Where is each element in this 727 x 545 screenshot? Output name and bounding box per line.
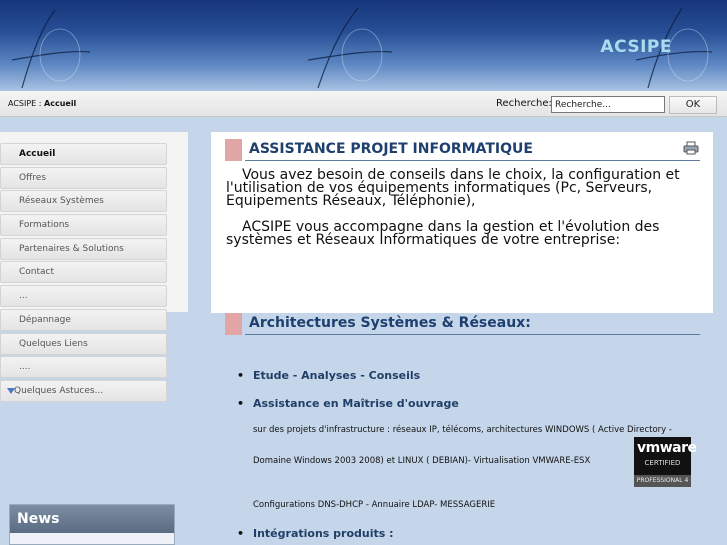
sidebar-item-depannage[interactable]: Dépannage bbox=[0, 308, 167, 331]
heading-marker bbox=[225, 313, 242, 335]
vmware-logo: vmware bbox=[637, 440, 697, 456]
sidebar-item-partenaires[interactable]: Partenaires & Solutions bbox=[0, 237, 167, 260]
vmware-level-label: PROFESSIONAL 4 bbox=[634, 475, 691, 487]
sidebar-item-contact[interactable]: Contact bbox=[0, 261, 167, 284]
news-title: News bbox=[10, 505, 174, 533]
expand-arrow-icon bbox=[7, 387, 15, 394]
site-name: ACSIPE bbox=[600, 37, 672, 57]
header-banner: ACSIPE bbox=[0, 0, 727, 91]
detail-text: Domaine Windows 2003 2008) et LINUX ( DE… bbox=[253, 456, 591, 466]
breadcrumb-current: Accueil bbox=[44, 99, 77, 108]
heading-marker bbox=[225, 139, 242, 161]
search-label: Recherche: bbox=[496, 98, 552, 109]
intro-paragraph: Vous avez besoin de conseils dans le cho… bbox=[226, 167, 680, 209]
company-paragraph: ACSIPE vous accompagne dans la gestion e… bbox=[226, 219, 660, 248]
heading-underline bbox=[245, 334, 700, 335]
sidebar-item-formations[interactable]: Formations bbox=[0, 214, 167, 237]
breadcrumb-root[interactable]: ACSIPE : bbox=[8, 99, 44, 108]
list-item: Assistance en Maîtrise d'ouvrage bbox=[237, 397, 459, 410]
sidebar-item-label: Quelques Astuces... bbox=[14, 385, 104, 396]
sidebar-item-offres[interactable]: Offres bbox=[0, 166, 167, 189]
sidebar-item-quelques-liens[interactable]: Quelques Liens bbox=[0, 332, 167, 355]
vmware-certified-badge: vmware CERTIFIED PROFESSIONAL 4 bbox=[634, 437, 697, 487]
sidebar-item-reseaux-systemes[interactable]: Réseaux Systèmes bbox=[0, 190, 167, 213]
section-heading-architectures: Architectures Systèmes & Réseaux: bbox=[225, 313, 700, 335]
vmware-certified-label: CERTIFIED bbox=[644, 459, 681, 467]
list-item-text: Assistance en Maîtrise d'ouvrage bbox=[253, 397, 459, 410]
news-box: News bbox=[9, 504, 175, 545]
detail-text: Configurations DNS-DHCP - Annuaire LDAP-… bbox=[253, 500, 496, 510]
sidebar-item-ellipsis-1[interactable]: ... bbox=[0, 285, 167, 308]
detail-text: sur des projets d'infrastructure : résea… bbox=[253, 425, 672, 435]
section-title: ASSISTANCE PROJET INFORMATIQUE bbox=[249, 141, 533, 157]
sidebar-nav: Accueil Offres Réseaux Systèmes Formatio… bbox=[0, 143, 167, 404]
sidebar-item-quelques-astuces[interactable]: Quelques Astuces... bbox=[0, 379, 167, 402]
list-item: Etude - Analyses - Conseils bbox=[237, 369, 421, 382]
sidebar-item-ellipsis-2[interactable]: .... bbox=[0, 356, 167, 379]
search-ok-button[interactable]: OK bbox=[669, 96, 717, 114]
sidebar-item-accueil[interactable]: Accueil bbox=[0, 143, 167, 165]
heading-underline bbox=[245, 160, 700, 161]
list-item-text: Etude - Analyses - Conseils bbox=[253, 369, 421, 382]
search-input[interactable] bbox=[551, 96, 665, 113]
section-title: Architectures Systèmes & Réseaux: bbox=[249, 315, 531, 331]
list-item-text: Intégrations produits : bbox=[253, 527, 394, 540]
toolbar: ACSIPE : Accueil Recherche: OK bbox=[0, 91, 727, 117]
breadcrumb: ACSIPE : Accueil bbox=[8, 99, 76, 108]
print-icon[interactable] bbox=[683, 140, 699, 155]
list-item: Intégrations produits : bbox=[237, 527, 394, 540]
section-heading-assistance: ASSISTANCE PROJET INFORMATIQUE bbox=[225, 139, 700, 161]
